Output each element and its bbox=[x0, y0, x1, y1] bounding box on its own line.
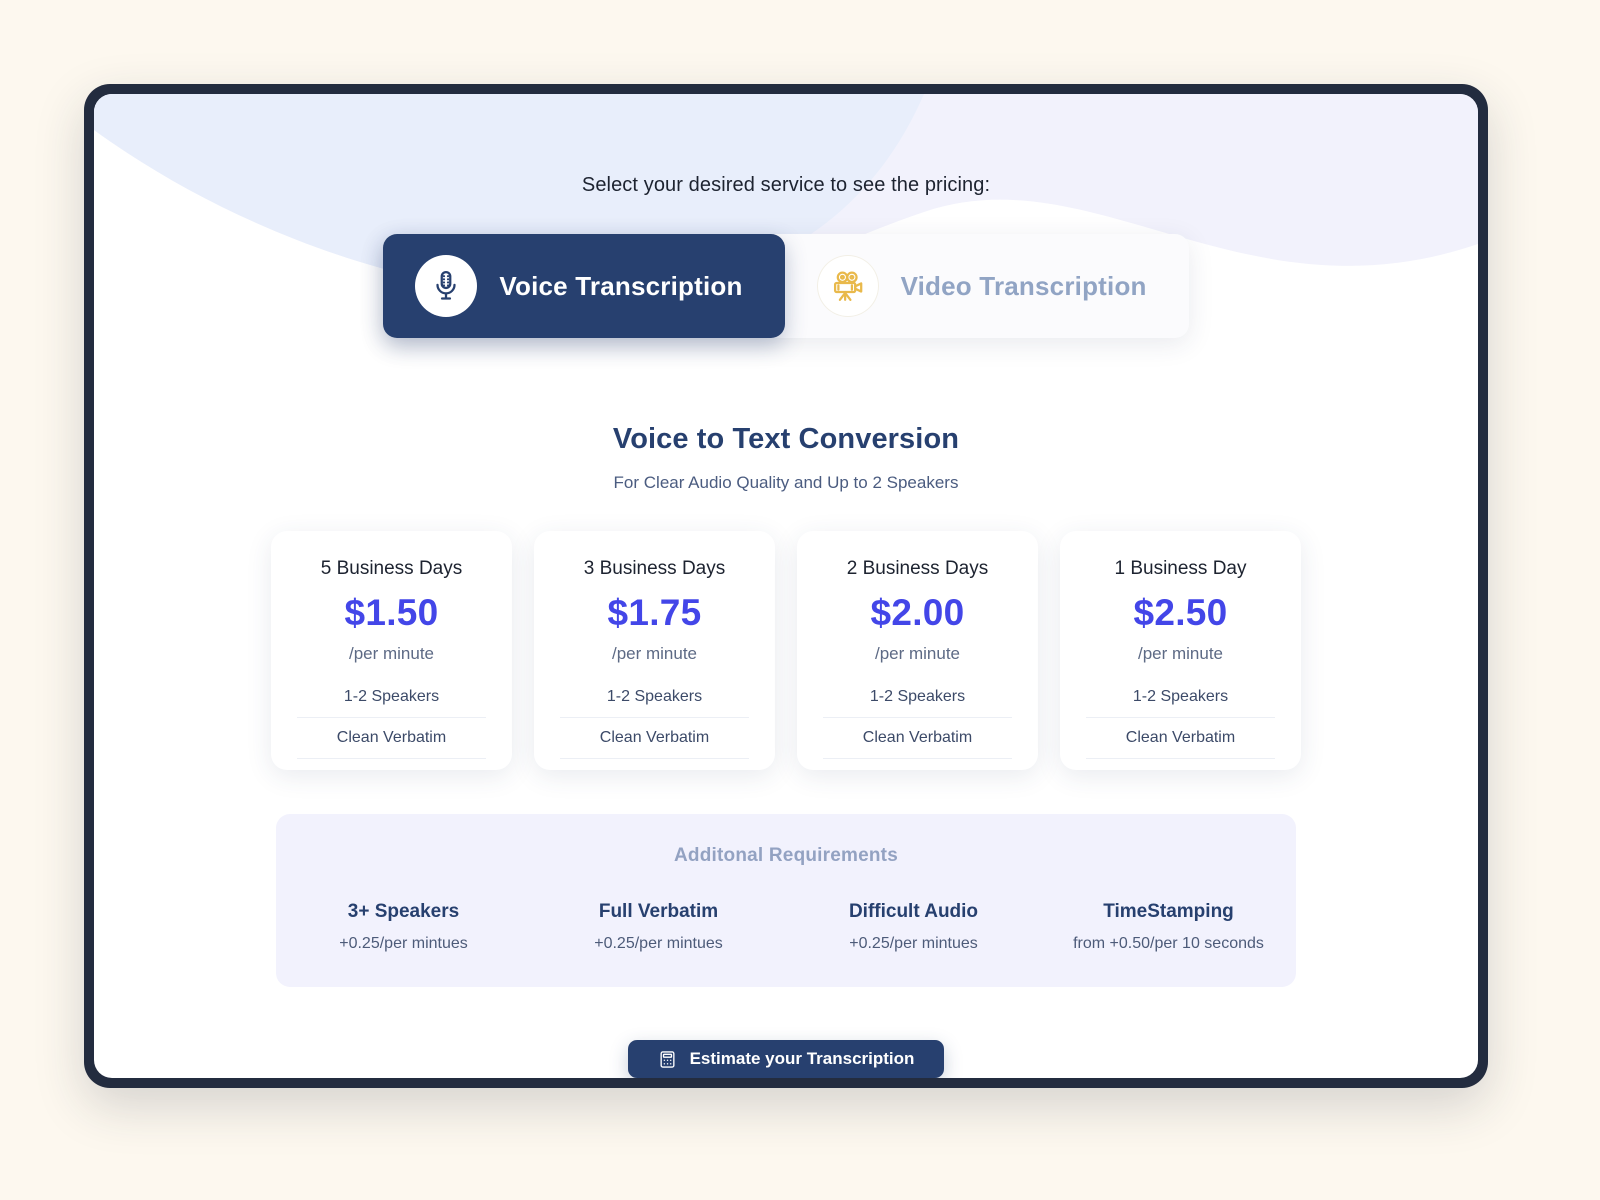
pricing-card-feature: 1-2 Speakers bbox=[297, 677, 486, 718]
pricing-card-price: $2.00 bbox=[870, 592, 965, 633]
pricing-card-feature: Clean Verbatim bbox=[560, 718, 749, 759]
tab-voice-transcription-label: Voice Transcription bbox=[499, 270, 743, 301]
microphone-icon bbox=[415, 255, 478, 317]
pricing-card-list: 5 Business Days $1.50 /per minute 1-2 Sp… bbox=[271, 531, 1301, 770]
pricing-card-feature: 1-2 Speakers bbox=[560, 677, 749, 718]
additional-requirements-list: 3+ Speakers +0.25/per mintues Full Verba… bbox=[276, 901, 1296, 953]
service-tab-group: Voice Transcription Video Transcription bbox=[383, 234, 1189, 338]
pricing-card-feature: Clean Verbatim bbox=[297, 718, 486, 759]
additional-requirement-name: Difficult Audio bbox=[848, 901, 979, 922]
pricing-card-unit: /per minute bbox=[1137, 644, 1224, 663]
additional-requirement-item: TimeStamping from +0.50/per 10 seconds bbox=[1041, 901, 1296, 953]
pricing-card[interactable]: 2 Business Days $2.00 /per minute 1-2 Sp… bbox=[797, 531, 1038, 770]
tab-video-transcription-label: Video Transcription bbox=[900, 270, 1147, 301]
pricing-card-price: $1.75 bbox=[607, 592, 702, 633]
calculator-icon bbox=[658, 1050, 677, 1069]
additional-requirement-item: 3+ Speakers +0.25/per mintues bbox=[276, 901, 531, 953]
movie-camera-icon bbox=[816, 255, 879, 317]
select-service-prompt: Select your desired service to see the p… bbox=[581, 174, 991, 196]
pricing-card-feature: 1-2 Speakers bbox=[823, 677, 1012, 718]
additional-requirement-name: 3+ Speakers bbox=[347, 901, 460, 922]
pricing-card[interactable]: 3 Business Days $1.75 /per minute 1-2 Sp… bbox=[534, 531, 775, 770]
additional-requirement-price: from +0.50/per 10 seconds bbox=[1073, 935, 1264, 952]
pricing-card-unit: /per minute bbox=[348, 644, 435, 663]
pricing-card-price: $2.50 bbox=[1133, 592, 1228, 633]
app-viewport: Select your desired service to see the p… bbox=[94, 94, 1478, 1078]
pricing-card[interactable]: 1 Business Day $2.50 /per minute 1-2 Spe… bbox=[1060, 531, 1301, 770]
pricing-card[interactable]: 5 Business Days $1.50 /per minute 1-2 Sp… bbox=[271, 531, 512, 770]
app-frame: Select your desired service to see the p… bbox=[84, 84, 1488, 1088]
estimate-transcription-button[interactable]: Estimate your Transcription bbox=[627, 1040, 945, 1078]
additional-requirement-price: +0.25/per mintues bbox=[849, 935, 978, 952]
estimate-transcription-label: Estimate your Transcription bbox=[689, 1049, 915, 1068]
additional-requirement-price: +0.25/per mintues bbox=[594, 935, 723, 952]
additional-requirement-name: Full Verbatim bbox=[598, 901, 719, 922]
additional-requirements-title: Additonal Requirements bbox=[674, 845, 898, 866]
additional-requirements-panel: Additonal Requirements 3+ Speakers +0.25… bbox=[276, 814, 1296, 987]
main-content: Select your desired service to see the p… bbox=[94, 94, 1478, 1078]
pricing-card-feature: Clean Verbatim bbox=[823, 718, 1012, 759]
additional-requirement-price: +0.25/per mintues bbox=[339, 935, 468, 952]
pricing-card-unit: /per minute bbox=[611, 644, 698, 663]
pricing-card-price: $1.50 bbox=[344, 592, 439, 633]
pricing-card-term: 5 Business Days bbox=[320, 558, 463, 579]
pricing-card-term: 2 Business Days bbox=[846, 558, 989, 579]
additional-requirement-item: Difficult Audio +0.25/per mintues bbox=[786, 901, 1041, 953]
tab-video-transcription[interactable]: Video Transcription bbox=[785, 234, 1189, 338]
pricing-card-feature: Clean Verbatim bbox=[1086, 718, 1275, 759]
pricing-card-term: 3 Business Days bbox=[583, 558, 726, 579]
section-subtitle: For Clear Audio Quality and Up to 2 Spea… bbox=[613, 473, 959, 492]
additional-requirement-name: TimeStamping bbox=[1103, 901, 1234, 922]
additional-requirement-item: Full Verbatim +0.25/per mintues bbox=[531, 901, 786, 953]
pricing-card-term: 1 Business Day bbox=[1114, 558, 1247, 579]
page-root: Select your desired service to see the p… bbox=[0, 0, 1600, 1200]
pricing-card-unit: /per minute bbox=[874, 644, 961, 663]
pricing-card-feature: 1-2 Speakers bbox=[1086, 677, 1275, 718]
tab-voice-transcription[interactable]: Voice Transcription bbox=[383, 234, 785, 338]
section-title: Voice to Text Conversion bbox=[612, 423, 960, 455]
